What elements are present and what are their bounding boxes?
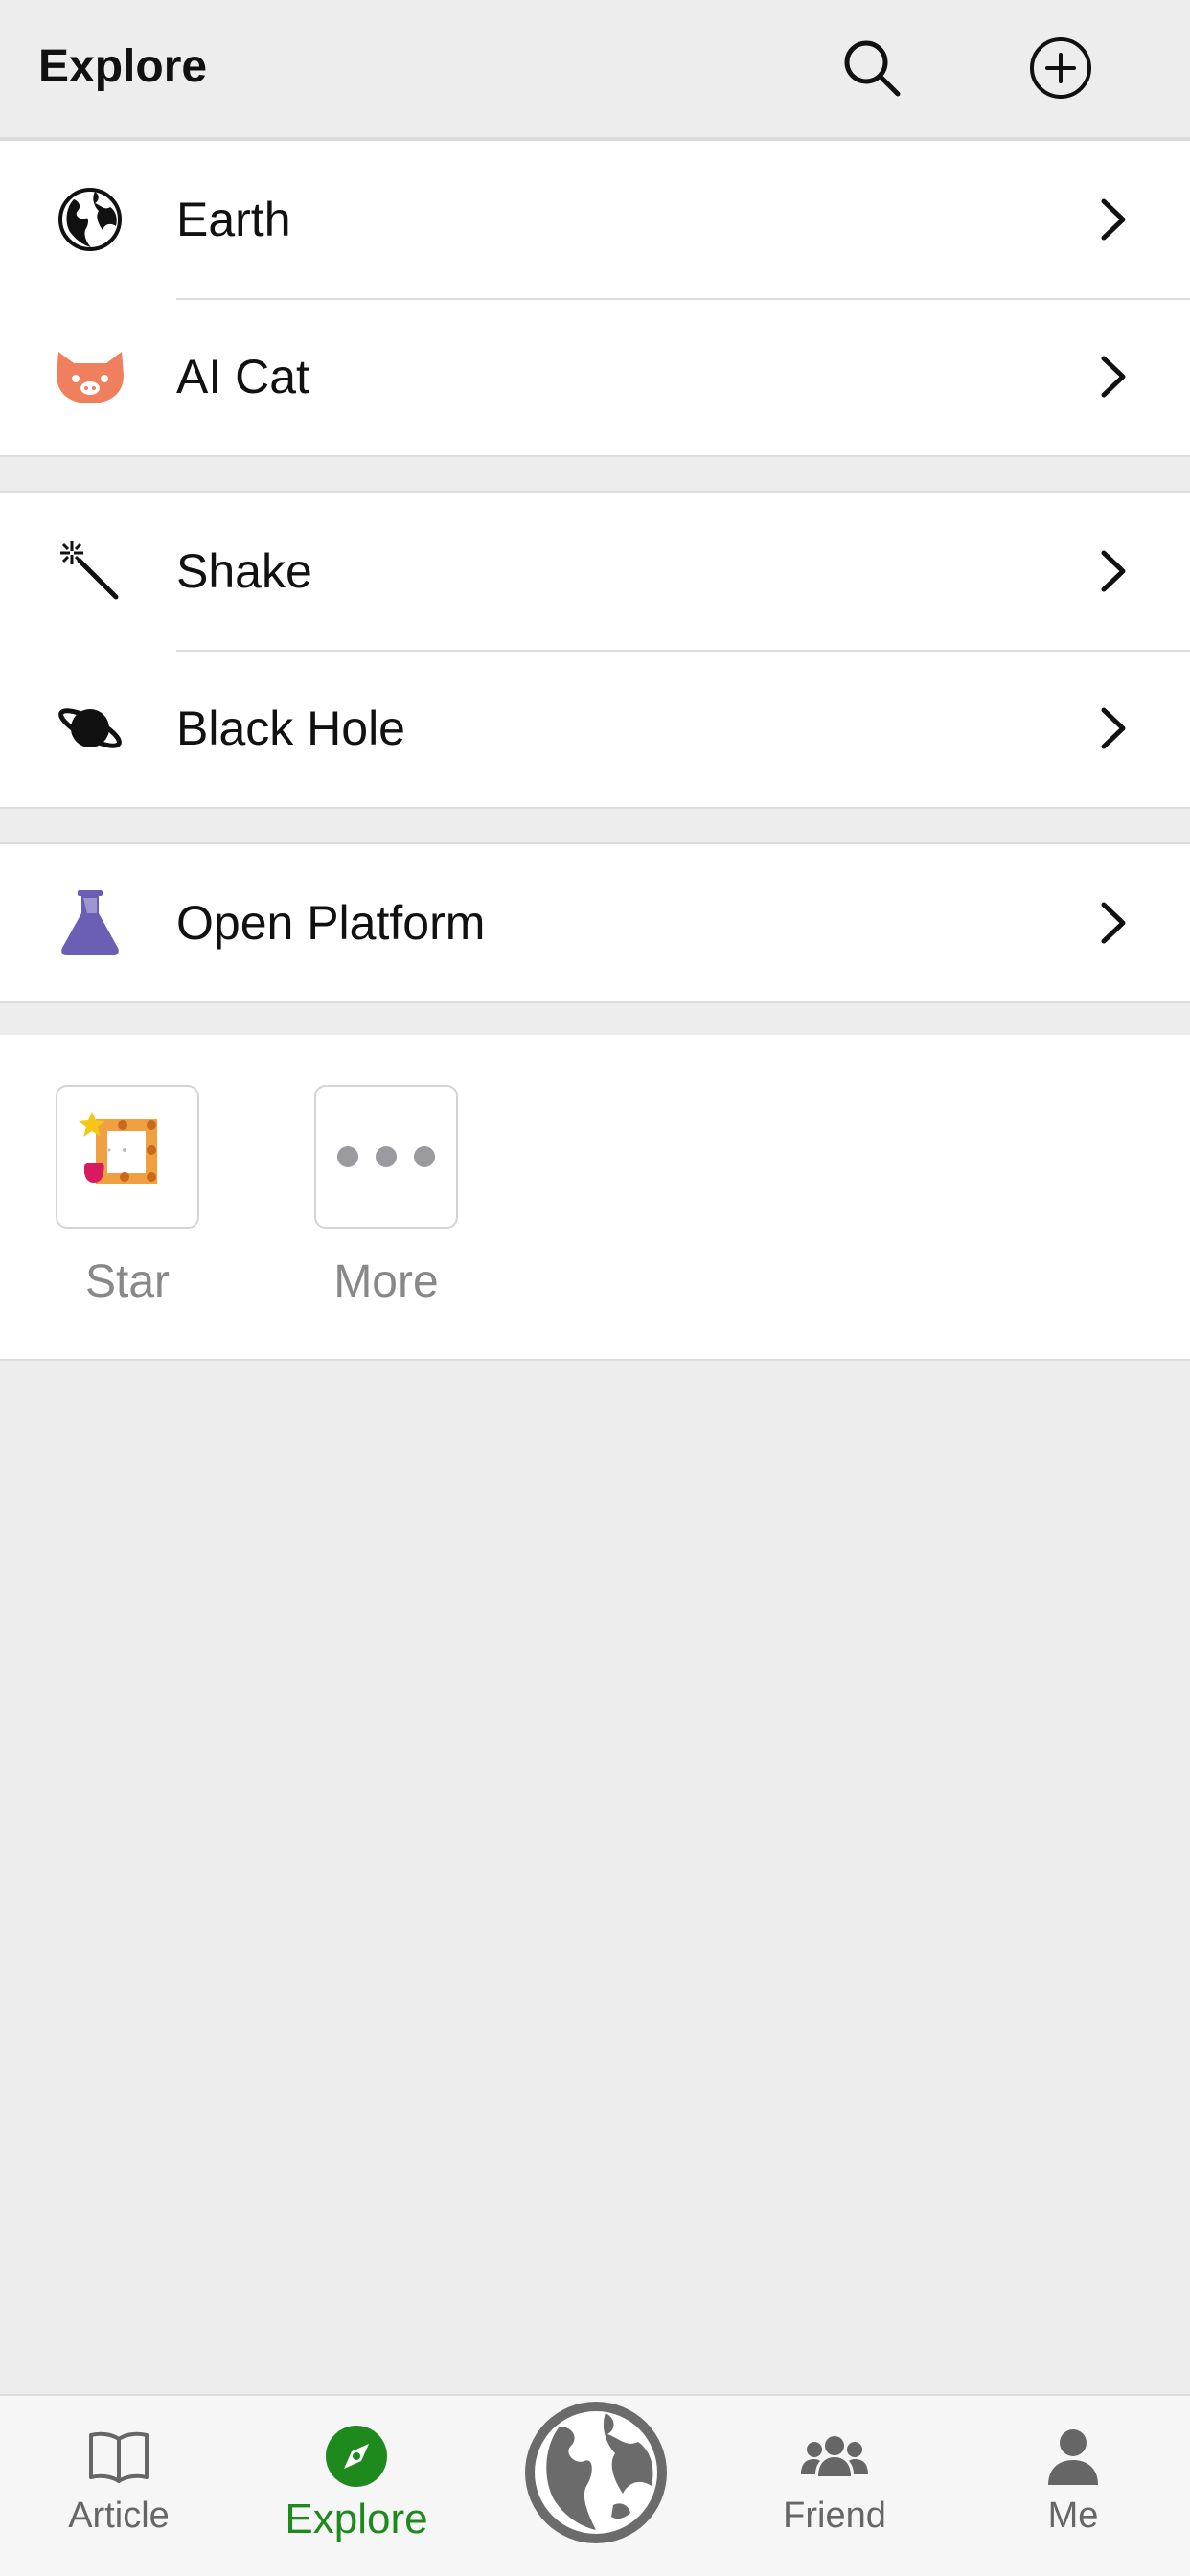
list-item-label: Open Platform (176, 896, 486, 950)
tab-article[interactable]: Article (23, 2396, 215, 2576)
star-app-icon (79, 1112, 157, 1184)
compass-icon (323, 2423, 390, 2490)
app-label: Star (84, 1256, 171, 1307)
list-item-ai-cat[interactable]: AI Cat (0, 298, 1190, 455)
person-icon (1040, 2423, 1107, 2490)
header: Explore (0, 0, 1190, 139)
flask-icon (54, 886, 126, 959)
search-button[interactable] (838, 34, 905, 102)
globe-icon (54, 183, 126, 256)
chevron-right-icon (1101, 550, 1126, 592)
list-item-label: AI Cat (176, 350, 309, 403)
list-item-label: Earth (176, 193, 291, 246)
list-item-earth[interactable]: Earth (0, 141, 1190, 298)
chevron-right-icon (1101, 356, 1126, 398)
planet-icon (54, 692, 126, 765)
more-app-tile[interactable] (314, 1085, 458, 1229)
tab-label: Me (1047, 2496, 1099, 2536)
chevron-right-icon (1101, 198, 1126, 241)
add-button[interactable] (1027, 34, 1094, 102)
people-icon (801, 2423, 868, 2490)
plus-circle-icon (1030, 37, 1091, 99)
explore-screen: Explore Earth AI Cat Shake Black Hole Op… (0, 0, 1190, 2576)
list-item-open-platform[interactable]: Open Platform (0, 844, 1190, 1001)
page-title: Explore (38, 41, 208, 92)
more-dots-icon (337, 1146, 435, 1167)
chevron-right-icon (1101, 707, 1126, 749)
book-icon (85, 2423, 152, 2490)
tab-label: Article (68, 2496, 170, 2536)
list-item-shake[interactable]: Shake (0, 493, 1190, 650)
app-label: More (333, 1256, 439, 1307)
list-group-1: Earth AI Cat (0, 139, 1190, 457)
tab-explore[interactable]: Explore (261, 2396, 452, 2576)
tab-label: Friend (783, 2496, 886, 2536)
center-globe-button[interactable] (521, 2398, 671, 2547)
cat-icon (54, 340, 126, 413)
app-star[interactable]: Star (51, 1085, 204, 1308)
tab-friend[interactable]: Friend (739, 2396, 930, 2576)
magic-wand-icon (54, 535, 126, 608)
globe-icon (525, 2402, 667, 2543)
mini-apps-section: Star More (0, 1035, 1190, 1361)
star-app-tile[interactable] (56, 1085, 199, 1229)
tab-label: Explore (285, 2496, 428, 2542)
search-icon (844, 40, 901, 97)
list-group-3: Open Platform (0, 842, 1190, 1003)
chevron-right-icon (1101, 902, 1126, 944)
tab-me[interactable]: Me (977, 2396, 1169, 2576)
list-item-black-hole[interactable]: Black Hole (0, 650, 1190, 807)
list-group-2: Shake Black Hole (0, 491, 1190, 809)
list-item-label: Black Hole (176, 702, 405, 755)
list-item-label: Shake (176, 544, 312, 598)
app-more[interactable]: More (309, 1085, 463, 1308)
